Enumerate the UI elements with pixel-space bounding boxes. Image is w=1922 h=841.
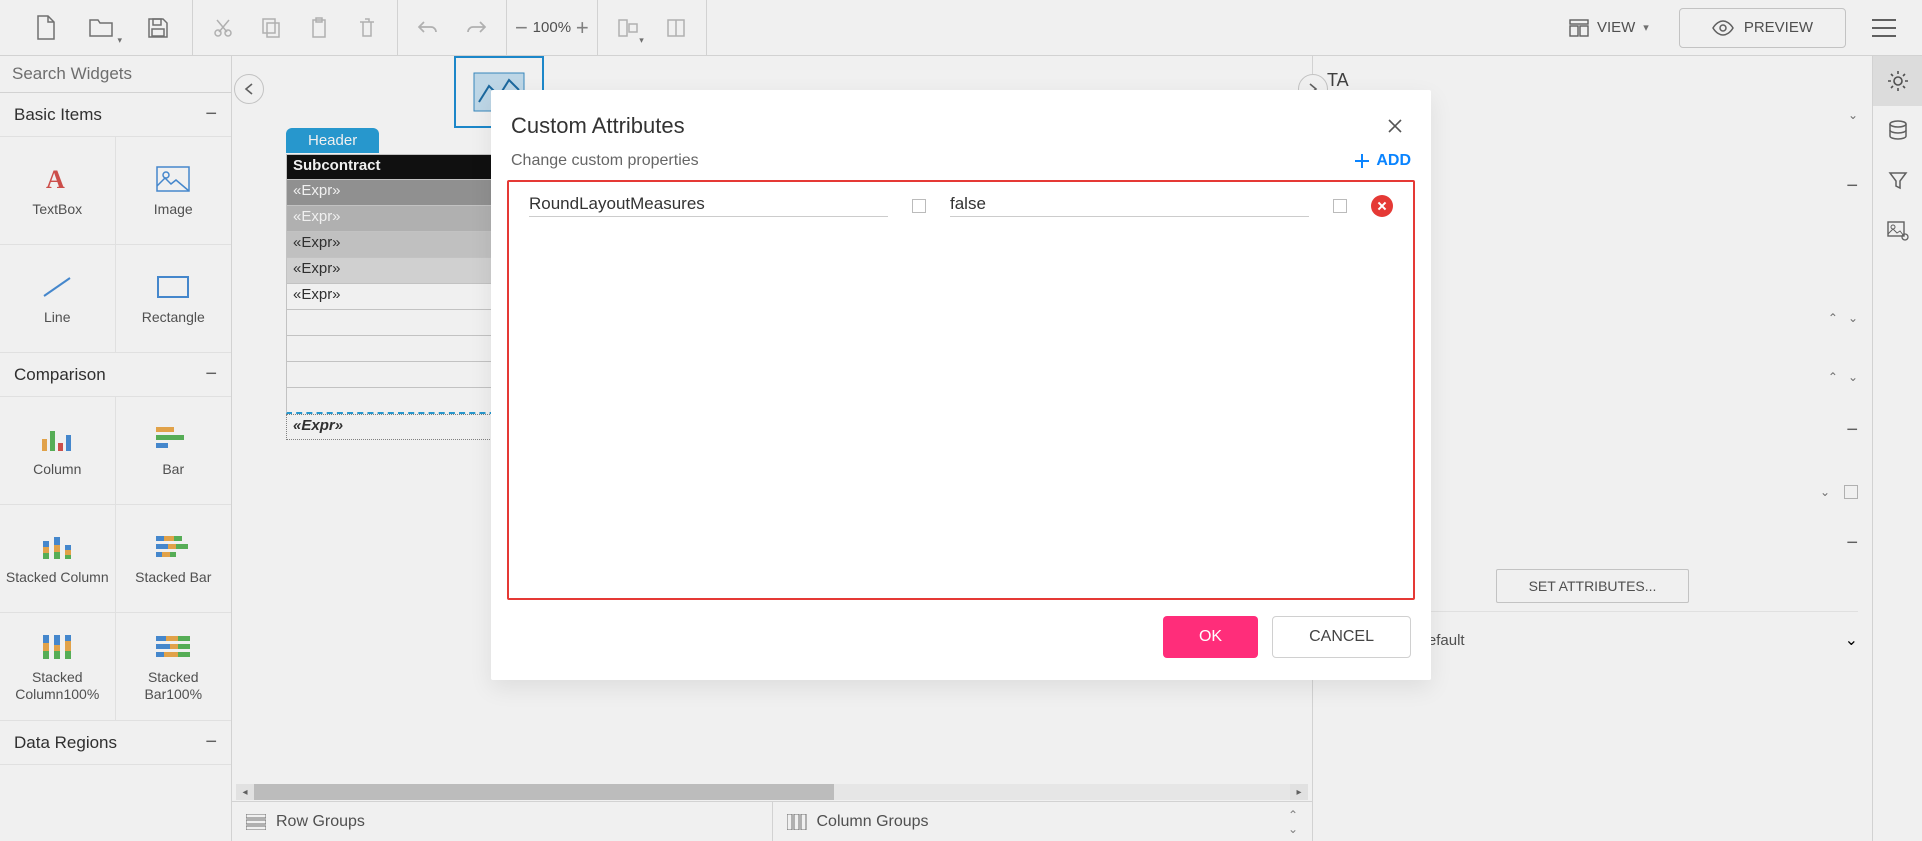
delete-attribute-button[interactable]	[1371, 195, 1393, 217]
attribute-name-expr-toggle[interactable]	[912, 199, 926, 213]
modal-title: Custom Attributes	[511, 113, 685, 139]
close-icon	[1387, 118, 1403, 134]
modal-subtitle: Change custom properties	[511, 152, 699, 170]
ok-button[interactable]: OK	[1163, 616, 1258, 658]
cancel-button[interactable]: CANCEL	[1272, 616, 1411, 658]
modal-close-button[interactable]	[1379, 110, 1411, 142]
plus-icon	[1354, 153, 1370, 169]
add-label: ADD	[1376, 152, 1411, 170]
add-attribute-button[interactable]: ADD	[1354, 152, 1411, 170]
custom-attributes-modal: Custom Attributes Change custom properti…	[491, 90, 1431, 680]
attribute-row	[529, 194, 1393, 217]
attribute-name-input[interactable]	[529, 194, 888, 214]
attribute-value-expr-toggle[interactable]	[1333, 199, 1347, 213]
attribute-list	[507, 180, 1415, 600]
attribute-value-input[interactable]	[950, 194, 1309, 214]
